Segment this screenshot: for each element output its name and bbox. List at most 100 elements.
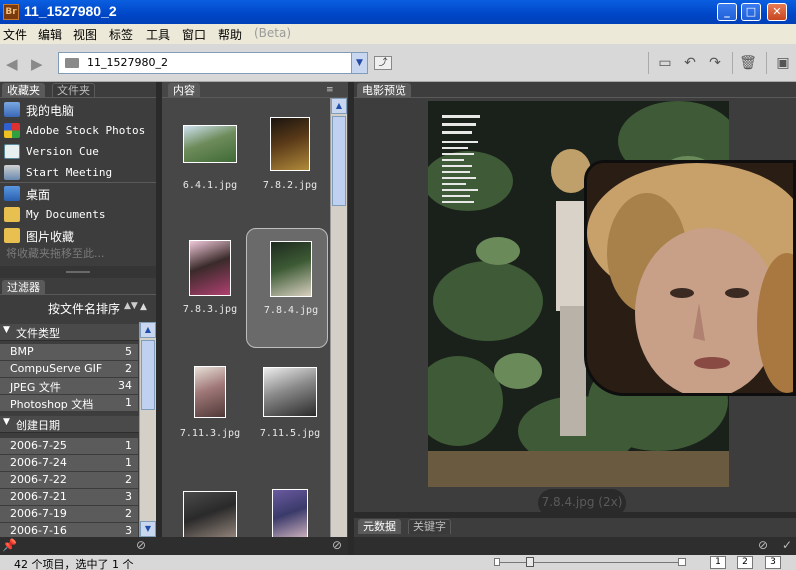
thumbnail-image[interactable] xyxy=(183,125,237,163)
trash-icon[interactable]: 🗑 xyxy=(739,54,757,72)
thumbnail-label: 7.8.2.jpg xyxy=(262,180,318,191)
up-folder-icon[interactable]: ⤴ xyxy=(374,56,392,70)
menu-view[interactable]: 视图 xyxy=(73,26,97,43)
tab-filter[interactable]: 过滤器 xyxy=(2,280,45,295)
scroll-down-icon[interactable]: ▼ xyxy=(140,521,156,537)
panel-menu-icon[interactable]: ≡ xyxy=(326,85,334,95)
sort-order-icon[interactable]: ▲ xyxy=(140,302,147,312)
loupe-magnifier[interactable] xyxy=(584,160,796,396)
filter-scrollbar[interactable]: ▲ ▼ xyxy=(139,322,156,537)
thumbnail-image[interactable] xyxy=(270,117,310,171)
new-folder-icon[interactable]: ▭ xyxy=(656,54,674,72)
menu-file[interactable]: 文件 xyxy=(3,26,27,43)
favorite-start-meeting[interactable]: Start Meeting xyxy=(2,162,154,183)
thumbnail-image[interactable] xyxy=(183,491,237,541)
no-filter-icon[interactable]: ⊘ xyxy=(136,538,146,552)
file-type-row[interactable]: JPEG 文件 34 xyxy=(0,378,138,395)
chevron-down-icon[interactable]: ▼ xyxy=(351,53,367,73)
panel-splitter[interactable] xyxy=(0,266,156,278)
scroll-up-icon[interactable]: ▲ xyxy=(331,98,347,114)
favorite-version-cue[interactable]: Version Cue xyxy=(2,141,154,162)
filter-header-created-date[interactable]: ▼ 创建日期 xyxy=(0,416,156,433)
thumbnail-item[interactable]: 7.11.5.jpg xyxy=(252,352,328,472)
thumbnail-item[interactable] xyxy=(172,476,248,541)
grip-icon xyxy=(66,271,90,273)
slider-handle[interactable] xyxy=(526,557,534,567)
sort-dropdown[interactable]: 按文件名排序 xyxy=(48,300,120,317)
file-type-row[interactable]: CompuServe GIF 2 xyxy=(0,361,138,378)
thumbnail-size-slider[interactable] xyxy=(494,562,680,563)
view-1-button[interactable]: 1 xyxy=(710,556,726,569)
tab-metadata[interactable]: 元数据 xyxy=(358,519,401,534)
menu-tools[interactable]: 工具 xyxy=(146,26,170,43)
toolbar-divider xyxy=(766,52,767,74)
filter-row-label: BMP xyxy=(10,345,34,358)
thumbnail-image[interactable] xyxy=(194,366,226,418)
filter-header-file-type[interactable]: ▼ 文件类型 xyxy=(0,324,156,341)
thumbnail-item[interactable]: 7.8.4.jpg xyxy=(246,228,328,348)
back-arrow-icon[interactable]: ◀ xyxy=(6,55,18,73)
rotate-right-icon[interactable]: ↷ xyxy=(706,54,724,72)
favorite-desktop[interactable]: 桌面 xyxy=(2,183,154,204)
tab-preview[interactable]: 电影预览 xyxy=(357,83,411,98)
no-filter-icon[interactable]: ⊘ xyxy=(332,538,342,552)
view-2-button[interactable]: 2 xyxy=(737,556,753,569)
created-date-row[interactable]: 2006-7-19 2 xyxy=(0,506,138,523)
sort-chevron-icon[interactable]: ▲▼ xyxy=(124,301,138,311)
view-3-button[interactable]: 3 xyxy=(765,556,781,569)
created-date-row[interactable]: 2006-7-25 1 xyxy=(0,438,138,455)
close-button[interactable]: ✕ xyxy=(767,3,787,21)
filter-row-label: 2006-7-19 xyxy=(10,507,67,520)
favorite-my-documents[interactable]: My Documents xyxy=(2,204,154,225)
adobe-stock-icon xyxy=(4,123,20,138)
thumbnail-label: 7.8.3.jpg xyxy=(182,304,238,315)
thumbnail-item[interactable]: 6.4.1.jpg xyxy=(172,104,248,224)
scroll-thumb[interactable] xyxy=(332,116,346,206)
compact-mode-icon[interactable]: ▣ xyxy=(774,54,792,72)
favorite-my-computer[interactable]: 我的电脑 xyxy=(2,99,154,120)
menu-window[interactable]: 窗口 xyxy=(182,26,206,43)
path-text: 11_1527980_2 xyxy=(87,56,168,69)
tab-content[interactable]: 内容 xyxy=(168,83,200,98)
content-scrollbar[interactable]: ▲ ▼ xyxy=(330,98,347,555)
check-icon[interactable]: ✓ xyxy=(782,538,792,552)
disclosure-triangle-icon[interactable]: ▼ xyxy=(3,417,10,427)
slider-max-icon[interactable] xyxy=(678,558,686,566)
no-filter-icon[interactable]: ⊘ xyxy=(758,538,768,552)
path-dropdown[interactable]: 11_1527980_2 ▼ xyxy=(58,52,368,74)
file-type-row[interactable]: Photoshop 文档 1 xyxy=(0,395,138,412)
content-footer: ⊘ xyxy=(156,537,348,555)
thumbnail-item[interactable]: 7.11.3.jpg xyxy=(172,352,248,472)
preview-caption: 7.8.4.jpg (2x) xyxy=(541,495,623,509)
slider-min-icon[interactable] xyxy=(494,558,500,566)
menu-edit[interactable]: 编辑 xyxy=(38,26,62,43)
toolbar-divider xyxy=(648,52,649,74)
favorite-adobe-stock[interactable]: Adobe Stock Photos xyxy=(2,120,154,141)
tab-favorites[interactable]: 收藏夹 xyxy=(2,83,45,98)
scroll-thumb[interactable] xyxy=(141,340,155,410)
file-type-row[interactable]: BMP 5 xyxy=(0,344,138,361)
disclosure-triangle-icon[interactable]: ▼ xyxy=(3,325,10,335)
thumbnail-item[interactable]: 7.8.2.jpg xyxy=(252,104,328,224)
pin-icon[interactable]: 📌 xyxy=(2,538,17,552)
created-date-row[interactable]: 2006-7-21 3 xyxy=(0,489,138,506)
tab-folders[interactable]: 文件夹 xyxy=(52,83,95,98)
created-date-row[interactable]: 2006-7-22 2 xyxy=(0,472,138,489)
thumbnail-item[interactable] xyxy=(252,476,328,543)
menu-help[interactable]: 帮助 xyxy=(218,26,242,43)
minimize-button[interactable]: _ xyxy=(717,3,737,21)
forward-arrow-icon[interactable]: ▶ xyxy=(31,55,43,73)
thumbnail-item[interactable]: 7.8.3.jpg xyxy=(172,228,248,348)
maximize-button[interactable]: □ xyxy=(741,3,761,21)
scroll-up-icon[interactable]: ▲ xyxy=(140,322,156,338)
menu-label[interactable]: 标签 xyxy=(109,26,133,43)
favorite-pictures[interactable]: 图片收藏 xyxy=(2,225,154,246)
thumbnail-image[interactable] xyxy=(189,240,231,296)
rotate-left-icon[interactable]: ↶ xyxy=(681,54,699,72)
tab-keywords[interactable]: 关键字 xyxy=(408,519,451,534)
thumbnail-image[interactable] xyxy=(263,367,317,417)
thumbnail-image[interactable] xyxy=(272,489,308,543)
thumbnail-image[interactable] xyxy=(270,241,312,297)
filter-row-count: 1 xyxy=(125,439,132,452)
created-date-row[interactable]: 2006-7-24 1 xyxy=(0,455,138,472)
